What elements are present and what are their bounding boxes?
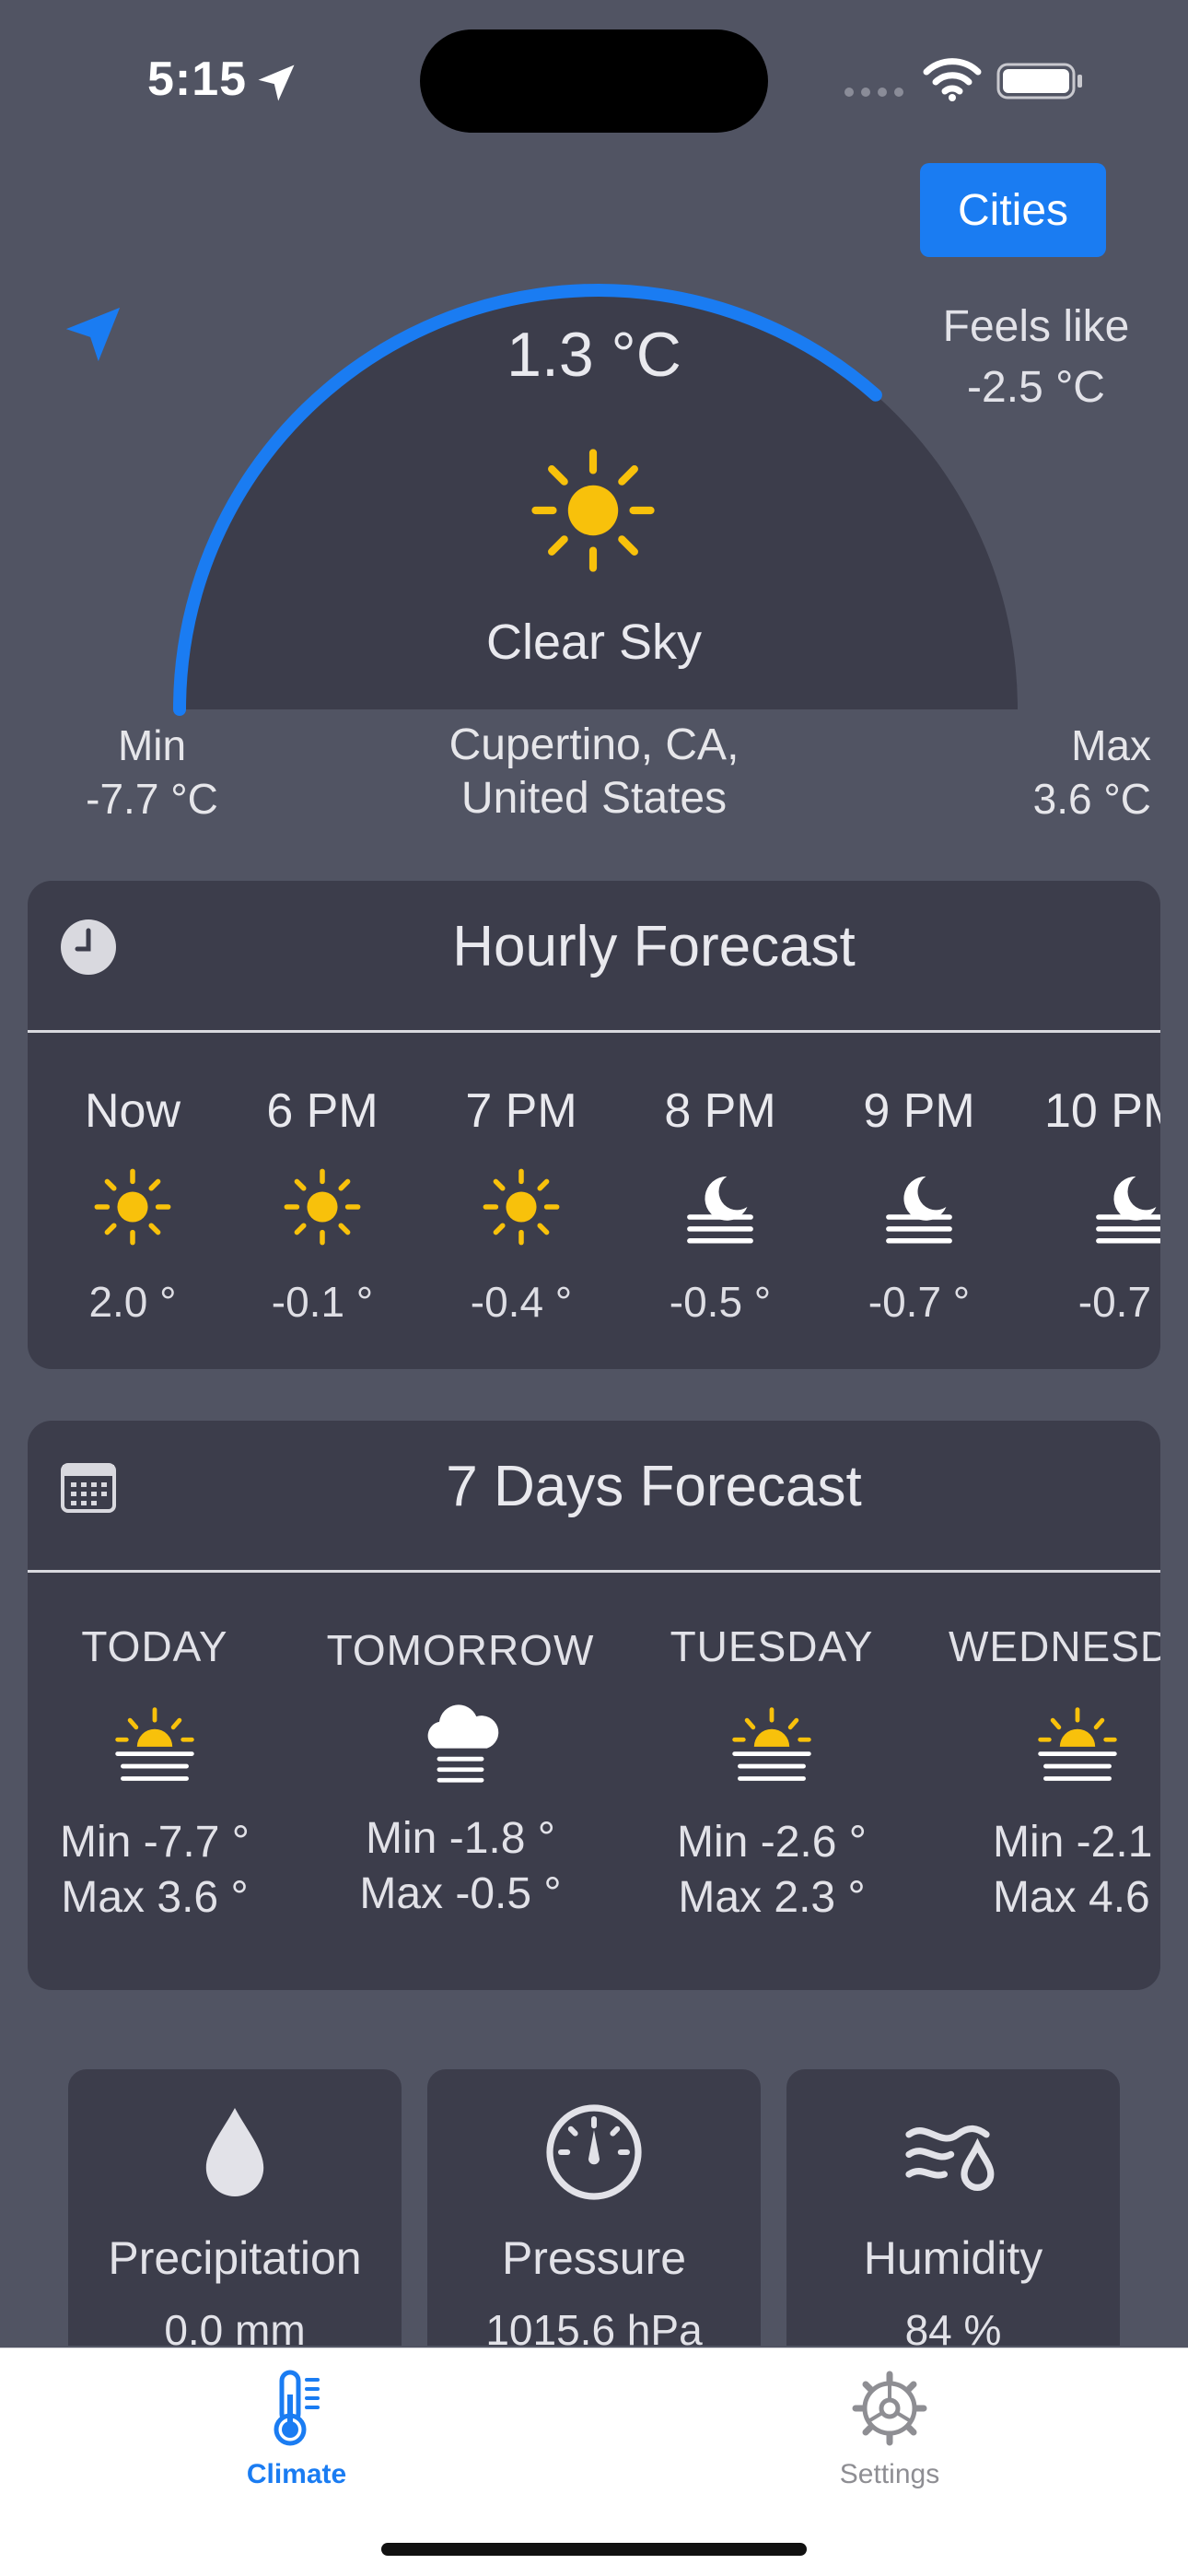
sun-icon xyxy=(94,1168,171,1246)
pressure-label: Pressure xyxy=(501,2232,687,2284)
precipitation-value: 0.0 mm xyxy=(164,2306,306,2346)
hourly-forecast-card: Hourly Forecast Now 2.0 ° 6 PM -0.1 ° 7 … xyxy=(28,881,1160,1369)
tab-climate-label: Climate xyxy=(246,2459,347,2489)
day-max: Max 3.6 ° xyxy=(61,1873,249,1922)
divider xyxy=(28,1570,1160,1573)
tab-settings-label: Settings xyxy=(839,2459,940,2489)
hour-item[interactable]: 6 PM -0.1 ° xyxy=(230,1083,414,1327)
min-temperature: Min -7.7 °C xyxy=(55,719,249,825)
sun-icon xyxy=(284,1168,361,1246)
day-name: TUESDAY xyxy=(670,1622,874,1670)
hour-time: 10 PM xyxy=(1044,1084,1160,1138)
sun-haze-icon xyxy=(1038,1707,1117,1781)
sun-icon xyxy=(531,449,655,572)
day-name: TODAY xyxy=(81,1622,228,1670)
hourly-forecast-title: Hourly Forecast xyxy=(452,915,856,978)
hour-temp: -0.1 ° xyxy=(271,1278,374,1326)
humidity-icon xyxy=(905,2125,995,2191)
gear-icon xyxy=(852,2371,927,2446)
hour-temp: -0.5 ° xyxy=(669,1278,772,1326)
hour-temp: -0.4 ° xyxy=(470,1278,573,1326)
sun-haze-icon xyxy=(732,1707,811,1781)
feels-like-label: Feels like xyxy=(942,302,1130,351)
hour-temp: -0.7 ° xyxy=(1077,1278,1160,1326)
daily-forecast-title: 7 Days Forecast xyxy=(446,1455,862,1518)
pressure-value: 1015.6 hPa xyxy=(485,2306,703,2346)
hour-temp: -0.7 ° xyxy=(868,1278,971,1326)
drop-icon xyxy=(205,2108,264,2196)
weather-condition: Clear Sky xyxy=(485,615,703,670)
moon-haze-icon xyxy=(687,1176,753,1244)
battery-icon xyxy=(996,63,1082,100)
sun-icon xyxy=(483,1168,560,1246)
hour-item[interactable]: 9 PM -0.7 ° xyxy=(827,1083,1011,1327)
cities-button[interactable]: Cities xyxy=(920,163,1106,257)
day-max: Max 4.6 xyxy=(993,1873,1150,1922)
city-line-1: Cupertino, CA, xyxy=(448,720,740,769)
hour-time: Now xyxy=(84,1084,181,1138)
humidity-label: Humidity xyxy=(863,2232,1043,2284)
min-label: Min xyxy=(117,721,187,769)
day-max: Max -0.5 ° xyxy=(359,1869,562,1918)
hour-temp: 2.0 ° xyxy=(88,1278,177,1326)
home-indicator xyxy=(381,2543,807,2556)
day-item[interactable]: TUESDAY Min -2.6 ° Max 2.3 ° xyxy=(634,1622,910,1926)
day-item[interactable]: TOMORROW Min -1.8 ° Max -0.5 ° xyxy=(322,1625,599,1922)
sun-haze-icon xyxy=(115,1707,194,1781)
min-value: -7.7 °C xyxy=(86,775,218,823)
day-min: Min -2.6 ° xyxy=(677,1818,867,1867)
hour-item[interactable]: Now 2.0 ° xyxy=(41,1083,225,1327)
humidity-tile[interactable]: Humidity 84 % xyxy=(786,2069,1120,2346)
max-label: Max xyxy=(1071,721,1151,769)
gauge-icon xyxy=(546,2104,642,2200)
cellular-signal-icon xyxy=(844,88,903,97)
thermometer-icon xyxy=(274,2370,320,2446)
day-min: Min -2.1 xyxy=(993,1818,1153,1867)
moon-haze-icon xyxy=(886,1176,952,1244)
daily-forecast-card: 7 Days Forecast TODAY Min -7.7 ° Max 3.6… xyxy=(28,1421,1160,1990)
moon-haze-icon xyxy=(1096,1176,1160,1244)
precipitation-tile[interactable]: Precipitation 0.0 mm xyxy=(68,2069,402,2346)
hour-item[interactable]: 7 PM -0.4 ° xyxy=(429,1083,613,1327)
tab-climate[interactable]: Climate xyxy=(158,2367,435,2490)
hour-time: 8 PM xyxy=(664,1084,776,1138)
location-arrow-icon[interactable] xyxy=(61,302,125,367)
day-min: Min -7.7 ° xyxy=(60,1818,250,1867)
hour-item[interactable]: 10 PM -0.7 ° xyxy=(1037,1083,1160,1327)
hour-item[interactable]: 8 PM -0.5 ° xyxy=(628,1083,812,1327)
current-temperature: 1.3 °C xyxy=(507,320,681,390)
day-item[interactable]: TODAY Min -7.7 ° Max 3.6 ° xyxy=(28,1622,293,1926)
feels-like-value: -2.5 °C xyxy=(967,363,1105,412)
day-max: Max 2.3 ° xyxy=(678,1873,866,1922)
pressure-tile[interactable]: Pressure 1015.6 hPa xyxy=(427,2069,761,2346)
status-time: 5:15 xyxy=(147,53,248,106)
tab-settings[interactable]: Settings xyxy=(751,2367,1028,2490)
location-services-icon xyxy=(258,64,295,101)
hour-time: 9 PM xyxy=(863,1084,975,1138)
day-name: WEDNESD xyxy=(949,1622,1160,1670)
day-name: TOMORROW xyxy=(326,1626,595,1674)
max-value: 3.6 °C xyxy=(1032,775,1151,823)
city-name: Cupertino, CA, United States xyxy=(405,719,783,825)
divider xyxy=(28,1030,1160,1033)
day-item[interactable]: WEDNESD Min -2.1 Max 4.6 xyxy=(949,1622,1160,1926)
tab-bar: Climate Settings xyxy=(0,2348,1188,2576)
dynamic-island xyxy=(420,29,768,133)
day-min: Min -1.8 ° xyxy=(366,1814,555,1863)
hour-time: 7 PM xyxy=(465,1084,577,1138)
feels-like: Feels like -2.5 °C xyxy=(921,297,1151,418)
cloud-fog-icon xyxy=(427,1704,499,1783)
city-line-2: United States xyxy=(460,774,728,823)
humidity-value: 84 % xyxy=(904,2306,1002,2346)
max-temperature: Max 3.6 °C xyxy=(949,719,1179,825)
hour-time: 6 PM xyxy=(266,1084,379,1138)
precipitation-label: Precipitation xyxy=(108,2232,362,2284)
wifi-icon xyxy=(923,58,982,101)
